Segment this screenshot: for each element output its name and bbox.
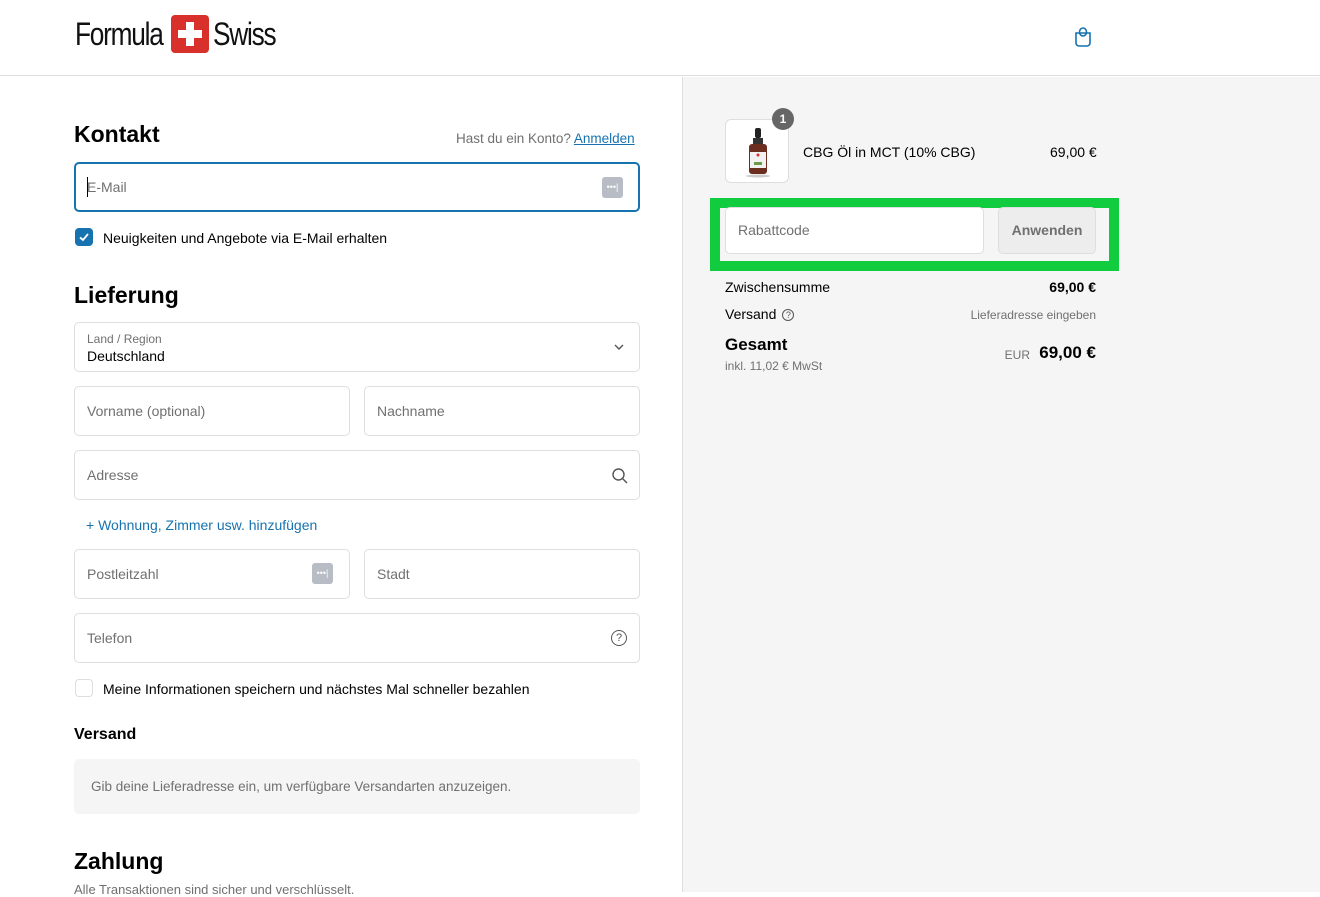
swiss-cross-icon [171, 15, 209, 53]
shipping-heading: Versand [74, 726, 137, 743]
save-info-checkbox[interactable] [75, 679, 93, 697]
newsletter-checkbox[interactable] [75, 228, 93, 246]
currency-code: EUR [1004, 348, 1030, 362]
city-placeholder: Stadt [377, 566, 410, 582]
payment-heading: Zahlung [74, 848, 164, 874]
newsletter-label: Neuigkeiten und Angebote via E-Mail erha… [103, 230, 388, 246]
save-info-label: Meine Informationen speichern und nächst… [103, 681, 530, 697]
discount-code-placeholder: Rabattcode [738, 222, 810, 238]
shipping-row: Versand? [725, 306, 795, 322]
login-link[interactable]: Anmelden [574, 131, 635, 146]
shipping-value: Lieferadresse eingeben [970, 308, 1096, 322]
subtotal-value: 69,00 € [1049, 279, 1096, 295]
first-name-field[interactable]: Vorname (optional) [74, 386, 350, 436]
shipping-label: Versand [725, 306, 777, 322]
tax-note: inkl. 11,02 € MwSt [725, 359, 823, 373]
country-select[interactable]: Land / Region Deutschland [74, 322, 640, 372]
quantity-badge: 1 [772, 108, 794, 130]
search-icon[interactable] [611, 467, 629, 485]
contact-heading: Kontakt [74, 121, 160, 147]
discount-code-field[interactable]: Rabattcode [725, 207, 984, 254]
add-apartment-label: Wohnung, Zimmer usw. hinzufügen [98, 517, 318, 533]
plus-icon: + [86, 517, 99, 533]
email-placeholder: E-Mail [87, 179, 127, 195]
product-price: 69,00 € [1050, 144, 1097, 160]
total-label: Gesamt [725, 335, 788, 354]
brand-name-left: Formula [75, 15, 164, 52]
subtotal-label: Zwischensumme [725, 279, 831, 295]
brand-name-right: Swiss [213, 15, 277, 52]
shipping-info-text: Gib deine Lieferadresse ein, um verfügba… [91, 779, 512, 794]
first-name-placeholder: Vorname (optional) [87, 403, 206, 419]
phone-field[interactable]: Telefon ? [74, 613, 640, 663]
phone-placeholder: Telefon [87, 630, 133, 646]
shipping-info-box: Gib deine Lieferadresse ein, um verfügba… [74, 759, 640, 814]
postal-code-field[interactable]: Postleitzahl •••| [74, 549, 350, 599]
help-icon[interactable]: ? [782, 309, 795, 321]
address-field[interactable]: Adresse [74, 450, 640, 500]
country-value: Deutschland [87, 348, 165, 364]
delivery-heading: Lieferung [74, 282, 179, 308]
chevron-down-icon [614, 344, 624, 350]
autofill-dots-icon[interactable]: •••| [602, 177, 623, 198]
product-name: CBG Öl in MCT (10% CBG) [803, 144, 976, 160]
account-prompt: Hast du ein Konto? Anmelden [456, 131, 635, 146]
autofill-dots-icon[interactable]: •••| [312, 563, 333, 584]
add-apartment-link[interactable]: + Wohnung, Zimmer usw. hinzufügen [86, 517, 317, 533]
brand-logo[interactable]: Formula Swiss [75, 15, 289, 53]
apply-discount-button[interactable]: Anwenden [998, 207, 1096, 254]
email-field[interactable]: E-Mail •••| [74, 162, 640, 212]
last-name-field[interactable]: Nachname [364, 386, 640, 436]
total-value: 69,00 € [1039, 343, 1096, 362]
payment-subtitle: Alle Transaktionen sind sicher und versc… [74, 882, 355, 897]
country-label: Land / Region [87, 332, 162, 346]
help-icon[interactable]: ? [611, 630, 627, 646]
address-placeholder: Adresse [87, 467, 139, 483]
checkmark-icon [79, 233, 89, 242]
account-prompt-text: Hast du ein Konto? [456, 131, 571, 146]
last-name-placeholder: Nachname [377, 403, 445, 419]
header: Formula Swiss [0, 0, 1320, 76]
city-field[interactable]: Stadt [364, 549, 640, 599]
postal-code-placeholder: Postleitzahl [87, 566, 159, 582]
shopping-bag-icon[interactable] [1073, 24, 1093, 48]
